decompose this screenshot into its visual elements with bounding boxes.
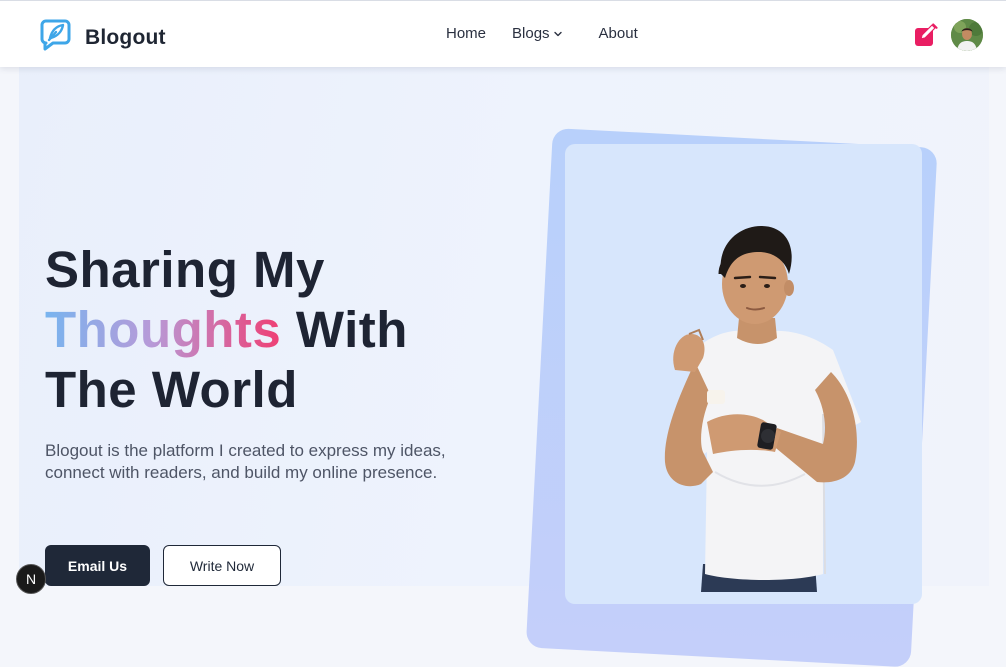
brand-name: Blogout	[85, 25, 166, 49]
hero-headline-line2-rest: With	[281, 301, 408, 358]
user-avatar[interactable]	[951, 19, 983, 51]
write-now-button[interactable]: Write Now	[163, 545, 281, 586]
hero-headline-line1: Sharing My	[45, 241, 325, 298]
dev-tools-badge[interactable]: N	[16, 564, 46, 594]
hero-headline: Sharing My Thoughts With The World	[45, 240, 408, 420]
hero-headline-line2: Thoughts With	[45, 300, 408, 360]
nav-blogs-label: Blogs	[512, 25, 550, 42]
site-header: Blogout Home Blogs About	[0, 0, 1006, 67]
brand-logo[interactable]: Blogout	[40, 18, 166, 57]
nav-about-link[interactable]: About	[599, 25, 638, 42]
main-nav: Home Blogs About	[446, 25, 638, 42]
nav-blogs-dropdown[interactable]: Blogs	[512, 25, 563, 42]
email-us-button[interactable]: Email Us	[45, 545, 150, 586]
chevron-down-icon	[553, 31, 562, 36]
hero-person-image	[664, 226, 861, 592]
hero-description: Blogout is the platform I created to exp…	[45, 441, 446, 482]
edit-square-icon[interactable]	[914, 23, 938, 47]
feather-bubble-icon	[40, 18, 71, 57]
hero-highlight-word: Thoughts	[45, 301, 282, 358]
hero-headline-line3: The World	[45, 361, 298, 418]
nav-home-link[interactable]: Home	[446, 25, 486, 42]
